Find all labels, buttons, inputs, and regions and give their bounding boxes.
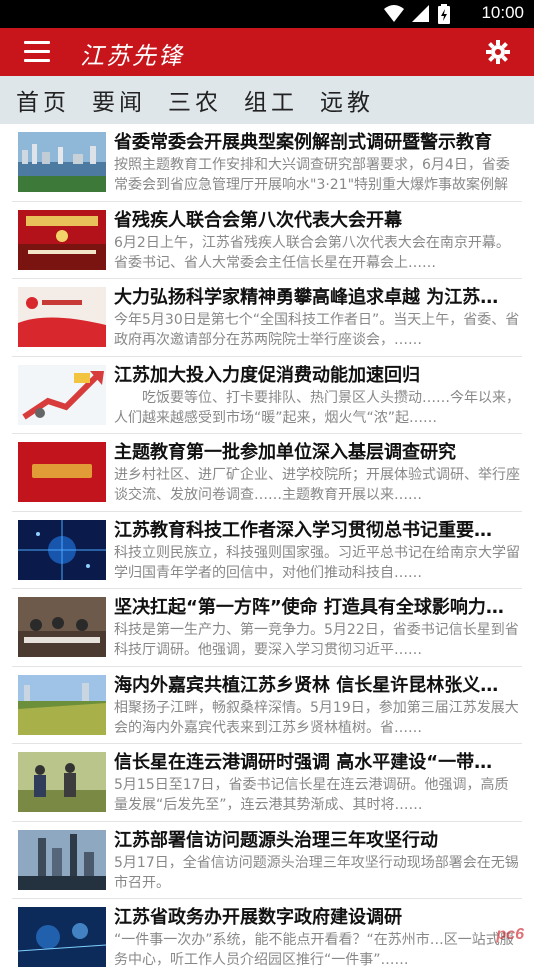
tab-home[interactable]: 首页 (16, 83, 70, 117)
news-title: 江苏部署信访问题源头治理三年攻坚行动 (114, 829, 438, 851)
news-summary: 今年5月30日是第七个“全国科技工作者日”。当天上午，省委、省政府再次邀请部分在… (114, 312, 520, 348)
news-thumbnail (18, 519, 106, 580)
news-title: 江苏省政务办开展数字政府建设调研 (114, 907, 402, 928)
menu-icon[interactable] (24, 41, 50, 63)
status-bar: 10:00 (0, 0, 534, 28)
news-thumbnail (18, 829, 106, 890)
news-title: 江苏加大投入力度促消费动能加速回归 (114, 364, 420, 386)
news-title: 信长星在连云港调研时强调 高水平建设“一带… (114, 752, 493, 773)
category-tabs: 首页 要闻 三农 组工 远教 (0, 76, 534, 124)
news-thumbnail (18, 752, 106, 812)
news-title: 大力弘扬科学家精神勇攀高峰追求卓越 为江苏… (114, 287, 499, 308)
news-thumbnail (18, 674, 106, 735)
news-title: 主题教育第一批参加单位深入基层调查研究 (114, 442, 456, 463)
status-time: 10:00 (481, 3, 524, 22)
news-thumbnail (18, 132, 106, 192)
tab-distance-education[interactable]: 远教 (320, 83, 374, 117)
news-item[interactable]: 江苏教育科技工作者深入学习贯彻总书记重要… 科技立则民族立，科技强则国家强。习近… (12, 512, 522, 589)
news-item[interactable]: 江苏省政务办开展数字政府建设调研 “一件事一次办”系统，能不能点开看看？“在苏州… (12, 899, 522, 976)
news-thumbnail (18, 287, 106, 347)
news-item[interactable]: 主题教育第一批参加单位深入基层调查研究 进乡村社区、进厂矿企业、进学校院所；开展… (12, 434, 522, 512)
status-icons (384, 4, 450, 24)
news-summary: 6月2日上午，江苏省残疾人联合会第八次代表大会在南京开幕。省委书记、省人大常委会… (114, 234, 510, 271)
news-thumbnail (18, 364, 106, 425)
news-summary: 吃饭要等位、打卡要排队、热门景区人头攒动……今年以来，人们越来越感受到市场“暖”… (114, 389, 520, 426)
tab-headlines[interactable]: 要闻 (92, 83, 146, 117)
tab-agriculture[interactable]: 三农 (168, 83, 222, 117)
news-thumbnail (18, 209, 106, 270)
news-summary: 5月15日至17日，省委书记信长星在连云港调研。他强调，高质量发展“后发先至”，… (114, 777, 509, 813)
news-item[interactable]: 省残疾人联合会第八次代表大会开幕 6月2日上午，江苏省残疾人联合会第八次代表大会… (12, 202, 522, 279)
app-header: 江苏先锋 (0, 28, 534, 76)
news-summary: 进乡村社区、进厂矿企业、进学校院所；开展体验式调研、举行座谈交流、发放问卷调查…… (114, 467, 520, 503)
news-summary: 科技是第一生产力、第一竞争力。5月22日，省委书记信长星到省科技厅调研。他强调，… (114, 622, 519, 658)
gear-icon[interactable] (486, 40, 510, 64)
tab-organization[interactable]: 组工 (244, 83, 298, 117)
news-summary: 5月17日，全省信访问题源头治理三年攻坚行动现场部署会在无锡市召开。 (114, 854, 519, 891)
news-title: 坚决扛起“第一方阵”使命 打造具有全球影响力… (114, 597, 504, 618)
news-item[interactable]: 江苏加大投入力度促消费动能加速回归 吃饭要等位、打卡要排队、热门景区人头攒动……… (12, 357, 522, 434)
news-item[interactable]: 省委常委会开展典型案例解剖式调研暨警示教育 按照主题教育工作安排和大兴调查研究部… (12, 124, 522, 202)
news-item[interactable]: 江苏部署信访问题源头治理三年攻坚行动 5月17日，全省信访问题源头治理三年攻坚行… (12, 822, 522, 899)
news-summary: 科技立则民族立，科技强则国家强。习近平总书记在给南京大学留学归国青年学者的回信中… (114, 544, 520, 581)
news-summary: 相聚扬子江畔，畅叙桑梓深情。5月19日，参加第三届江苏发展大会的海内外嘉宾代表来… (114, 699, 519, 736)
signal-icon (412, 5, 429, 22)
news-title: 江苏教育科技工作者深入学习贯彻总书记重要… (114, 519, 492, 541)
news-item[interactable]: 海内外嘉宾共植江苏乡贤林 信长星许昆林张义… 相聚扬子江畔，畅叙桑梓深情。5月1… (12, 667, 522, 744)
news-list: 省委常委会开展典型案例解剖式调研暨警示教育 按照主题教育工作安排和大兴调查研究部… (0, 124, 534, 976)
news-thumbnail (18, 597, 106, 657)
news-thumbnail (18, 442, 106, 502)
news-item[interactable]: 坚决扛起“第一方阵”使命 打造具有全球影响力… 科技是第一生产力、第一竞争力。5… (12, 589, 522, 667)
news-item[interactable]: 信长星在连云港调研时强调 高水平建设“一带… 5月15日至17日，省委书记信长星… (12, 744, 522, 822)
news-thumbnail (18, 907, 106, 967)
news-title: 省残疾人联合会第八次代表大会开幕 (114, 209, 402, 231)
news-summary: 按照主题教育工作安排和大兴调查研究部署要求，6月4日，省委常委会到省应急管理厅开… (114, 157, 510, 193)
news-title: 海内外嘉宾共植江苏乡贤林 信长星许昆林张义… (114, 674, 499, 696)
watermark-logo: pc6 (496, 926, 524, 943)
news-title: 省委常委会开展典型案例解剖式调研暨警示教育 (114, 132, 492, 153)
app-logo: 江苏先锋 (80, 42, 184, 70)
news-summary: “一件事一次办”系统，能不能点开看看？“在苏州市…区一站式服务中心，听工作人员介… (114, 932, 514, 968)
news-item[interactable]: 大力弘扬科学家精神勇攀高峰追求卓越 为江苏… 今年5月30日是第七个“全国科技工… (12, 279, 522, 357)
battery-icon (438, 4, 450, 24)
wifi-icon (384, 5, 404, 22)
